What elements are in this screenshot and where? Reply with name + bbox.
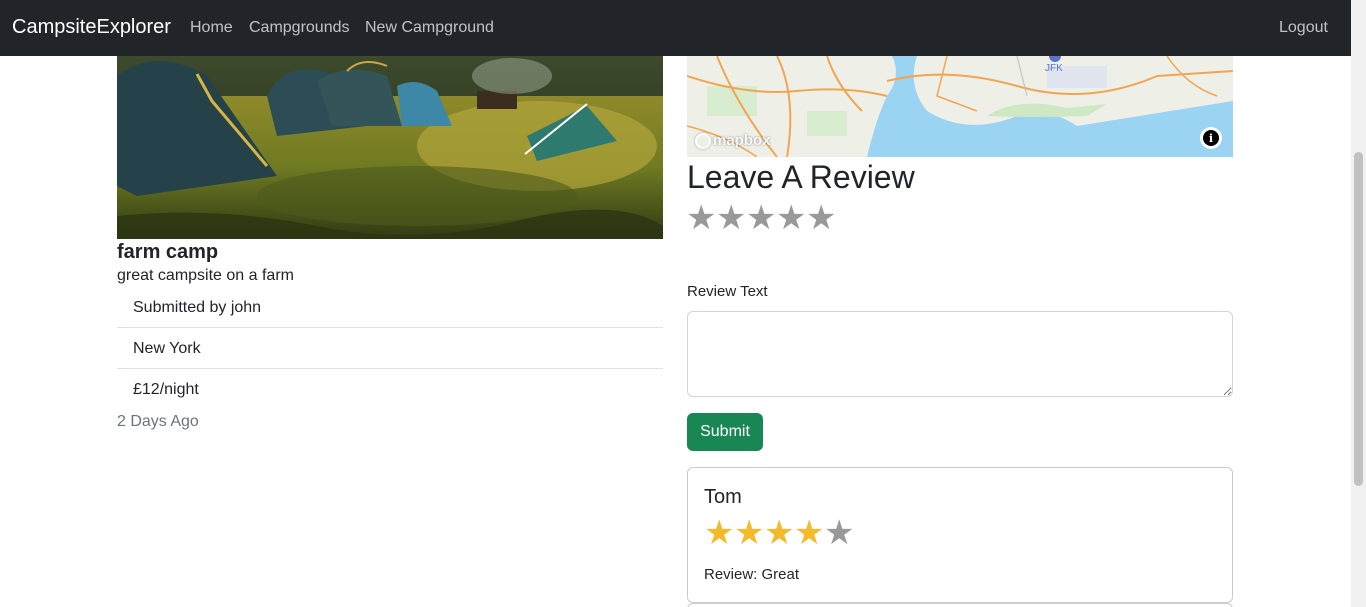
brand-link[interactable]: CampsiteExplorer [12,16,171,39]
location-item: New York [117,328,663,369]
review-star-icon: ★ [764,513,795,553]
map-airport-label: JFK [1045,63,1063,74]
info-icon: i [1203,130,1219,146]
review-star-icon: ★ [704,513,735,553]
logout-link[interactable]: Logout [1279,19,1328,37]
review-author: Tom [704,486,742,508]
review-star-icon: ★ [794,513,825,553]
rating-star-4[interactable]: ★ [776,199,806,237]
submit-review-button[interactable]: Submit [687,413,763,451]
review-body: Review: Great [704,566,800,583]
mapbox-logo-text: mapbox [713,132,771,149]
campground-description: great campsite on a farm [117,267,294,284]
campground-map[interactable]: JFK mapbox i [687,56,1233,157]
price-item: £12/night [133,381,199,398]
rating-star-5[interactable]: ★ [806,199,836,237]
rating-star-2[interactable]: ★ [716,199,746,237]
scrollbar-thumb[interactable] [1354,152,1363,486]
submitted-by-item: Submitted by john [117,287,663,328]
rating-star-1[interactable]: ★ [686,199,716,237]
rating-star-input[interactable]: ★ ★ ★ ★ ★ [686,199,836,237]
nav-campgrounds-link[interactable]: Campgrounds [249,19,350,37]
review-star-icon: ★ [734,513,765,553]
review-text-label: Review Text [687,283,768,300]
mapbox-logo[interactable]: mapbox [695,132,771,149]
mapbox-logo-icon [695,132,711,149]
page-scrollbar[interactable] [1351,0,1366,607]
review-text-field[interactable] [687,311,1233,397]
review-star-rating: ★ ★ ★ ★ ★ [704,514,854,552]
leave-review-heading: Leave A Review [687,159,915,195]
next-review-card [687,603,1233,607]
campground-title: farm camp [117,241,219,263]
rating-star-3[interactable]: ★ [746,199,776,237]
navbar: CampsiteExplorer Home Campgrounds New Ca… [0,0,1351,56]
posted-time: 2 Days Ago [117,413,199,430]
campground-details-list: Submitted by john New York £12/night [117,287,663,410]
review-star-icon: ★ [824,513,855,553]
nav-home-link[interactable]: Home [190,19,233,37]
map-info-button[interactable]: i [1200,127,1222,149]
campground-photo [117,56,663,239]
review-card: Tom ★ ★ ★ ★ ★ Review: Great [687,467,1233,603]
nav-new-campground-link[interactable]: New Campground [365,19,494,37]
